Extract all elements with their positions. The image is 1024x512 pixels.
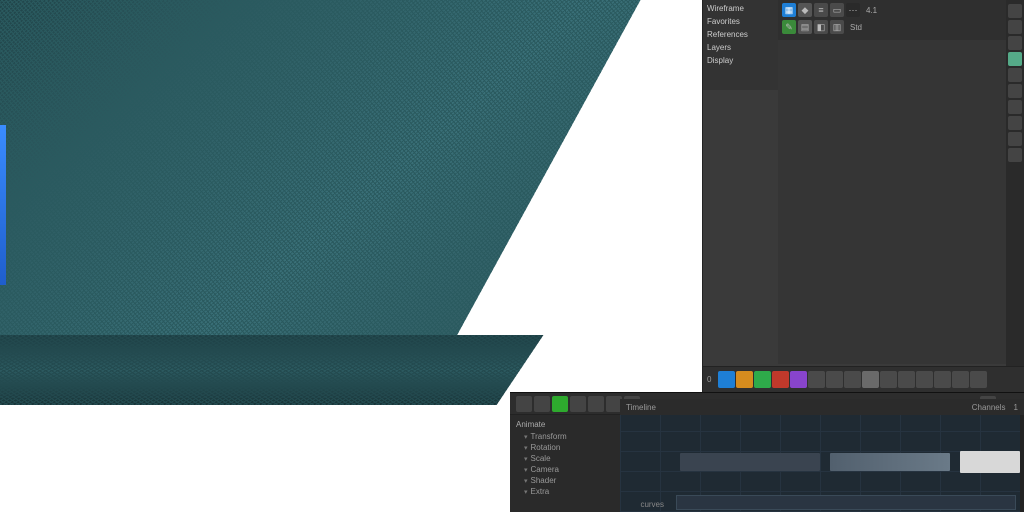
shelf-icon[interactable] bbox=[862, 371, 879, 388]
icon-shelf: ▦ ◆ ≡ ▭ ⋯ 4.1 ✎ ▤ ◧ ▥ Std bbox=[778, 0, 1024, 40]
stop-icon[interactable] bbox=[588, 396, 604, 412]
timeline-tracks[interactable]: Timeline Channels 1 curves bbox=[620, 415, 1024, 512]
tab-favorites[interactable]: Favorites bbox=[707, 17, 774, 26]
header-count: 1 bbox=[1014, 403, 1018, 412]
strip-icon[interactable] bbox=[1008, 84, 1022, 98]
timeline-panel: warps / retime enabled 1.025 Animate Tra… bbox=[510, 392, 1024, 512]
strip-icon[interactable] bbox=[1008, 132, 1022, 146]
clip[interactable] bbox=[960, 451, 1020, 473]
category-label[interactable]: Animate bbox=[510, 418, 620, 431]
tool-icon[interactable]: ◧ bbox=[814, 20, 828, 34]
shelf-icon[interactable] bbox=[808, 371, 825, 388]
shelf-icon[interactable] bbox=[970, 371, 987, 388]
shelf-icon[interactable] bbox=[934, 371, 951, 388]
channel-item[interactable]: Rotation bbox=[510, 442, 620, 453]
strip-icon[interactable] bbox=[1008, 52, 1022, 66]
brush-icon[interactable]: ✎ bbox=[782, 20, 796, 34]
shelf-icon[interactable] bbox=[790, 371, 807, 388]
tool-icon[interactable]: ≡ bbox=[814, 3, 828, 17]
strip-icon[interactable] bbox=[1008, 4, 1022, 18]
right-tool-strip bbox=[1006, 0, 1024, 392]
tab-display[interactable]: Display bbox=[707, 56, 774, 65]
shelf-icon[interactable] bbox=[952, 371, 969, 388]
range-box[interactable] bbox=[676, 495, 1016, 510]
header-left: Timeline bbox=[626, 403, 656, 412]
tool-icon[interactable]: ▥ bbox=[830, 20, 844, 34]
shelf-icon[interactable] bbox=[754, 371, 771, 388]
strip-icon[interactable] bbox=[1008, 116, 1022, 130]
header-channels[interactable]: Channels bbox=[972, 403, 1006, 412]
channel-item[interactable]: Scale bbox=[510, 453, 620, 464]
channel-item[interactable]: Extra bbox=[510, 486, 620, 497]
tool-icon[interactable]: ◆ bbox=[798, 3, 812, 17]
shelf-icon[interactable] bbox=[718, 371, 735, 388]
clip[interactable] bbox=[680, 453, 820, 471]
panel-tab-column: Wireframe Favorites References Layers Di… bbox=[703, 0, 778, 90]
shelf-icon[interactable] bbox=[880, 371, 897, 388]
bottom-shelf: 0 bbox=[703, 366, 1024, 392]
tab-wireframe[interactable]: Wireframe bbox=[707, 4, 774, 13]
prev-frame-icon[interactable] bbox=[534, 396, 550, 412]
channel-item[interactable]: Shader bbox=[510, 475, 620, 486]
strip-icon[interactable] bbox=[1008, 100, 1022, 114]
tool-icon[interactable]: ⋯ bbox=[846, 3, 860, 17]
channel-item[interactable]: Camera bbox=[510, 464, 620, 475]
mode-icon[interactable]: ▦ bbox=[782, 3, 796, 17]
shelf-icon[interactable] bbox=[844, 371, 861, 388]
shelf-icon[interactable] bbox=[916, 371, 933, 388]
shelf-label: 4.1 bbox=[866, 6, 877, 15]
strip-icon[interactable] bbox=[1008, 20, 1022, 34]
clip[interactable] bbox=[830, 453, 950, 471]
track-label: curves bbox=[640, 500, 664, 509]
next-frame-icon[interactable] bbox=[570, 396, 586, 412]
property-area bbox=[778, 40, 1006, 364]
channel-list: Animate Transform Rotation Scale Camera … bbox=[510, 415, 620, 512]
frame-label: 0 bbox=[707, 375, 711, 384]
tab-layers[interactable]: Layers bbox=[707, 43, 774, 52]
scrollbar[interactable] bbox=[1020, 415, 1024, 512]
strip-icon[interactable] bbox=[1008, 68, 1022, 82]
strip-icon[interactable] bbox=[1008, 148, 1022, 162]
mesh-surface bbox=[0, 0, 658, 392]
timeline-header: Timeline Channels 1 bbox=[620, 399, 1024, 415]
tool-icon[interactable]: ▭ bbox=[830, 3, 844, 17]
channel-item[interactable]: Transform bbox=[510, 431, 620, 442]
tool-icon[interactable]: ▤ bbox=[798, 20, 812, 34]
tab-references[interactable]: References bbox=[707, 30, 774, 39]
shelf-icon[interactable] bbox=[772, 371, 789, 388]
axis-strip bbox=[0, 125, 6, 285]
shelf-icon[interactable] bbox=[736, 371, 753, 388]
shelf-icon[interactable] bbox=[898, 371, 915, 388]
strip-icon[interactable] bbox=[1008, 36, 1022, 50]
shelf-icon[interactable] bbox=[826, 371, 843, 388]
side-panel: Wireframe Favorites References Layers Di… bbox=[702, 0, 1024, 392]
play-icon[interactable] bbox=[552, 396, 568, 412]
rewind-icon[interactable] bbox=[516, 396, 532, 412]
shelf-sublabel: Std bbox=[850, 23, 862, 32]
